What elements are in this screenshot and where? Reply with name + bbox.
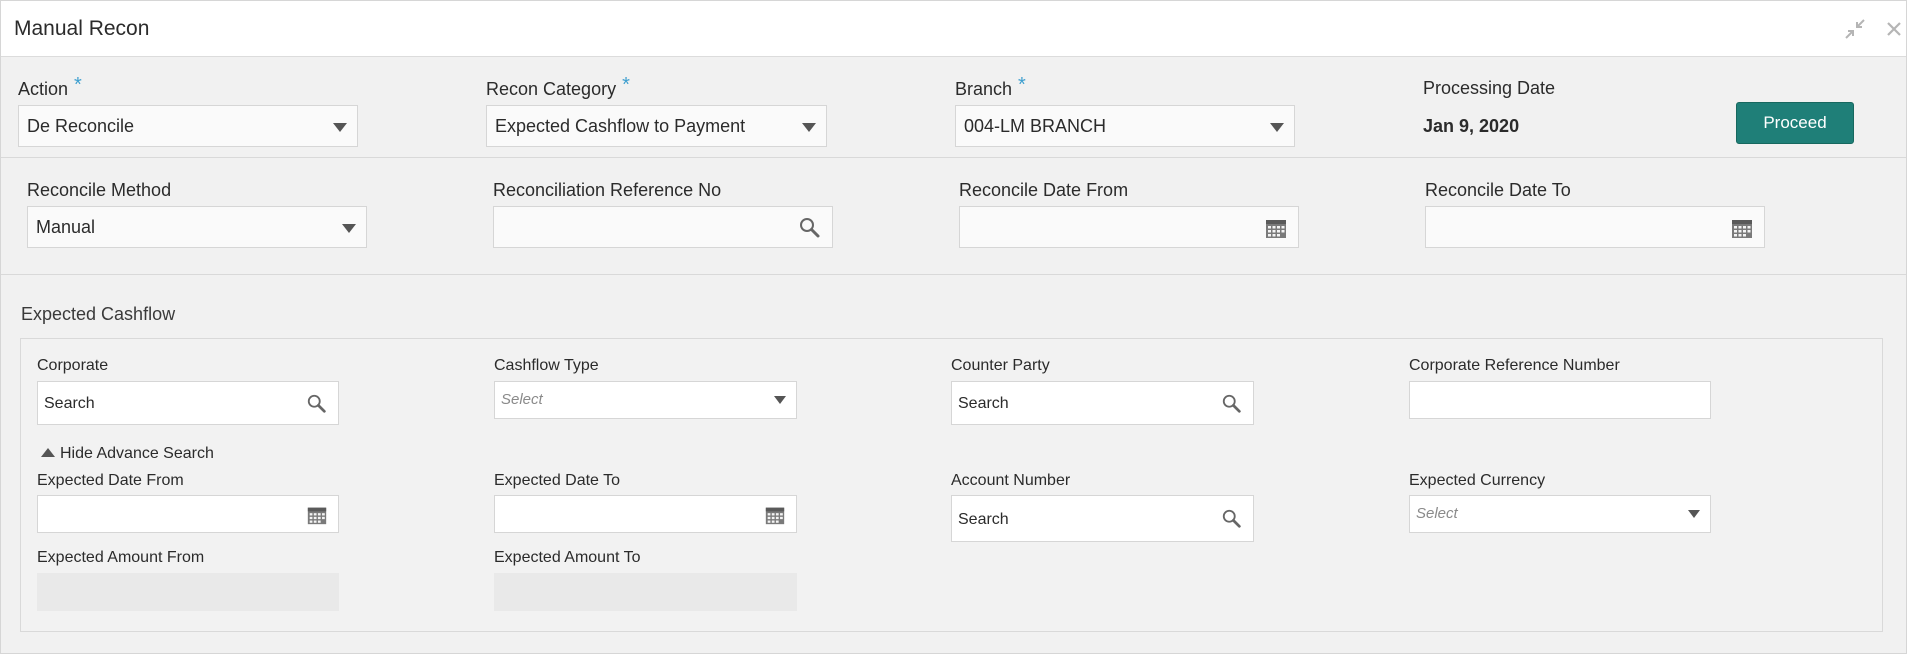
branch-value: 004-LM BRANCH — [964, 116, 1107, 136]
calendar-icon[interactable] — [764, 504, 786, 526]
account-number-label: Account Number — [951, 472, 1071, 489]
window-title: Manual Recon — [14, 17, 150, 40]
counter-party-label: Counter Party — [951, 357, 1050, 374]
reconcile-date-to-input[interactable] — [1425, 206, 1765, 248]
expected-amount-from-label: Expected Amount From — [37, 549, 205, 566]
processing-date-label: Processing Date — [1423, 78, 1556, 98]
expected-amount-to-label: Expected Amount To — [494, 549, 641, 566]
chevron-down-icon — [802, 123, 816, 132]
search-icon[interactable] — [1221, 508, 1243, 530]
corporate-label: Corporate — [37, 357, 109, 374]
reconciliation-reference-input[interactable] — [493, 206, 833, 248]
recon-category-label: Recon Category * — [486, 74, 630, 99]
corporate-search-value: Search — [44, 395, 95, 412]
action-label: Action * — [18, 74, 82, 99]
cashflow-type-label: Cashflow Type — [494, 357, 599, 374]
chevron-down-icon — [1270, 123, 1284, 132]
title-bar: Manual Recon — [1, 1, 1906, 57]
recon-category-select[interactable]: Expected Cashflow to Payment — [486, 105, 827, 147]
counter-party-search-value: Search — [958, 395, 1009, 412]
expected-amount-to-input[interactable] — [494, 573, 797, 611]
reconcile-method-label: Reconcile Method — [27, 180, 172, 200]
cashflow-type-select[interactable]: Select — [494, 381, 797, 419]
search-icon[interactable] — [1221, 393, 1243, 415]
expected-currency-select[interactable]: Select — [1409, 495, 1711, 533]
account-number-search-value: Search — [958, 511, 1009, 528]
reconcile-method-select[interactable]: Manual — [27, 206, 367, 248]
reconcile-date-to-label: Reconcile Date To — [1425, 180, 1571, 200]
reconcile-date-from-label: Reconcile Date From — [959, 180, 1129, 200]
proceed-button[interactable]: Proceed — [1736, 102, 1854, 144]
hide-advance-search-toggle[interactable]: Hide Advance Search — [41, 445, 214, 463]
calendar-icon[interactable] — [306, 504, 328, 526]
counter-party-search-input[interactable]: Search — [951, 381, 1254, 425]
cashflow-type-placeholder: Select — [501, 391, 543, 408]
account-number-search-input[interactable]: Search — [951, 495, 1254, 542]
expected-cashflow-title: Expected Cashflow — [21, 304, 176, 324]
chevron-down-icon — [342, 224, 356, 233]
reconcile-method-value: Manual — [36, 217, 96, 237]
search-icon[interactable] — [798, 216, 822, 240]
expected-date-from-label: Expected Date From — [37, 472, 184, 489]
hide-advance-search-label: Hide Advance Search — [60, 445, 214, 462]
action-select-value: De Reconcile — [27, 116, 135, 136]
corporate-reference-label: Corporate Reference Number — [1409, 357, 1620, 374]
expected-date-to-label: Expected Date To — [494, 472, 621, 489]
chevron-down-icon — [1688, 510, 1700, 518]
reconciliation-reference-label: Reconciliation Reference No — [493, 180, 722, 200]
chevron-down-icon — [333, 123, 347, 132]
corporate-search-input[interactable]: Search — [37, 381, 339, 425]
expected-date-from-input[interactable] — [37, 495, 339, 533]
calendar-icon[interactable] — [1264, 216, 1288, 240]
minimize-icon[interactable] — [1841, 15, 1869, 43]
triangle-up-icon — [41, 448, 55, 457]
branch-select[interactable]: 004-LM BRANCH — [955, 105, 1295, 147]
action-select[interactable]: De Reconcile — [18, 105, 358, 147]
expected-date-to-input[interactable] — [494, 495, 797, 533]
processing-date-value: Jan 9, 2020 — [1423, 116, 1520, 136]
recon-category-value: Expected Cashflow to Payment — [495, 116, 746, 136]
chevron-down-icon — [774, 396, 786, 404]
corporate-reference-input[interactable] — [1409, 381, 1711, 419]
branch-label: Branch * — [955, 74, 1026, 99]
expected-amount-from-input[interactable] — [37, 573, 339, 611]
manual-recon-window: Manual Recon Action * De Reconcile Recon … — [0, 0, 1907, 654]
search-icon[interactable] — [306, 393, 328, 415]
expected-currency-label: Expected Currency — [1409, 472, 1546, 489]
calendar-icon[interactable] — [1730, 216, 1754, 240]
close-icon[interactable] — [1880, 15, 1907, 43]
expected-currency-placeholder: Select — [1416, 505, 1458, 522]
reconcile-date-from-input[interactable] — [959, 206, 1299, 248]
